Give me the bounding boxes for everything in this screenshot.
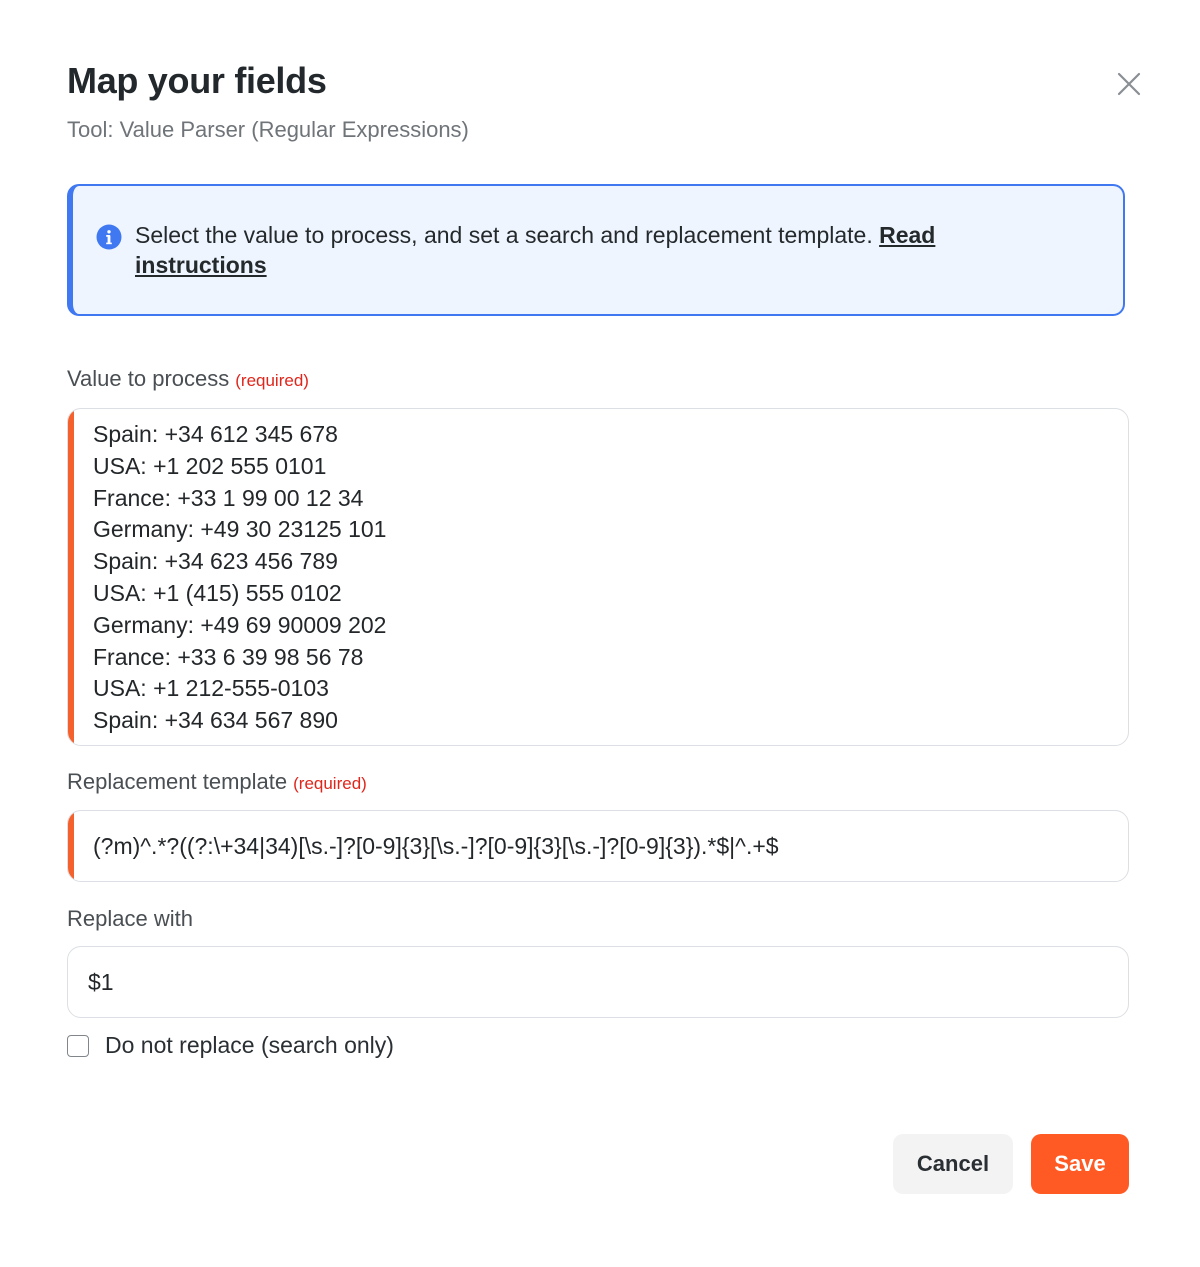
info-banner: Select the value to process, and set a s… — [67, 184, 1125, 316]
replacement-template-label: Replacement template (required) — [67, 767, 367, 799]
value-to-process-content: Spain: +34 612 345 678 USA: +1 202 555 01… — [93, 419, 386, 737]
value-line: France: +33 1 99 00 12 34 — [93, 484, 364, 511]
value-line: Germany: +49 30 23125 101 — [93, 516, 387, 543]
dialog-title: Map your fields — [67, 60, 327, 101]
replacement-template-label-text: Replacement template — [67, 769, 288, 794]
value-line: France: +33 6 39 98 56 78 — [93, 643, 364, 670]
value-to-process-textarea[interactable]: Spain: +34 612 345 678 USA: +1 202 555 01… — [67, 408, 1129, 746]
value-line: Spain: +34 634 567 890 — [93, 707, 338, 734]
replacement-template-input[interactable]: (?m)^.*?((?:\+34|34)[\s.-]?[0-9]{3}[\s.-… — [67, 810, 1129, 882]
replace-with-value: $1 — [88, 968, 114, 995]
close-icon — [1117, 72, 1141, 96]
cancel-button[interactable]: Cancel — [893, 1134, 1013, 1194]
required-indicator: (required) — [293, 774, 367, 793]
replacement-template-value: (?m)^.*?((?:\+34|34)[\s.-]?[0-9]{3}[\s.-… — [93, 832, 779, 859]
value-line: Spain: +34 623 456 789 — [93, 548, 338, 575]
value-to-process-label: Value to process (required) — [67, 364, 309, 396]
value-line: USA: +1 212-555-0103 — [93, 675, 329, 702]
dialog-subtitle: Tool: Value Parser (Regular Expressions) — [67, 117, 469, 142]
info-icon — [96, 224, 122, 250]
info-message: Select the value to process, and set a s… — [135, 222, 880, 248]
value-line: USA: +1 202 555 0101 — [93, 452, 327, 479]
value-line: Spain: +34 612 345 678 — [93, 421, 338, 447]
replace-with-label-text: Replace with — [67, 906, 193, 931]
info-text: Select the value to process, and set a s… — [135, 220, 1003, 280]
replace-with-label: Replace with — [67, 904, 193, 934]
map-fields-dialog: Map your fields Tool: Value Parser (Regu… — [67, 56, 1141, 1194]
close-button[interactable] — [1111, 66, 1147, 102]
search-only-checkbox[interactable] — [67, 1034, 89, 1057]
search-only-option[interactable]: Do not replace (search only) — [67, 1032, 394, 1059]
value-to-process-label-text: Value to process — [67, 366, 230, 391]
value-line: USA: +1 (415) 555 0102 — [93, 579, 342, 606]
save-button[interactable]: Save — [1031, 1134, 1129, 1194]
value-line: Germany: +49 69 90009 202 — [93, 611, 387, 638]
search-only-label: Do not replace (search only) — [105, 1032, 394, 1058]
replace-with-input[interactable]: $1 — [67, 946, 1129, 1018]
required-indicator: (required) — [235, 371, 309, 390]
